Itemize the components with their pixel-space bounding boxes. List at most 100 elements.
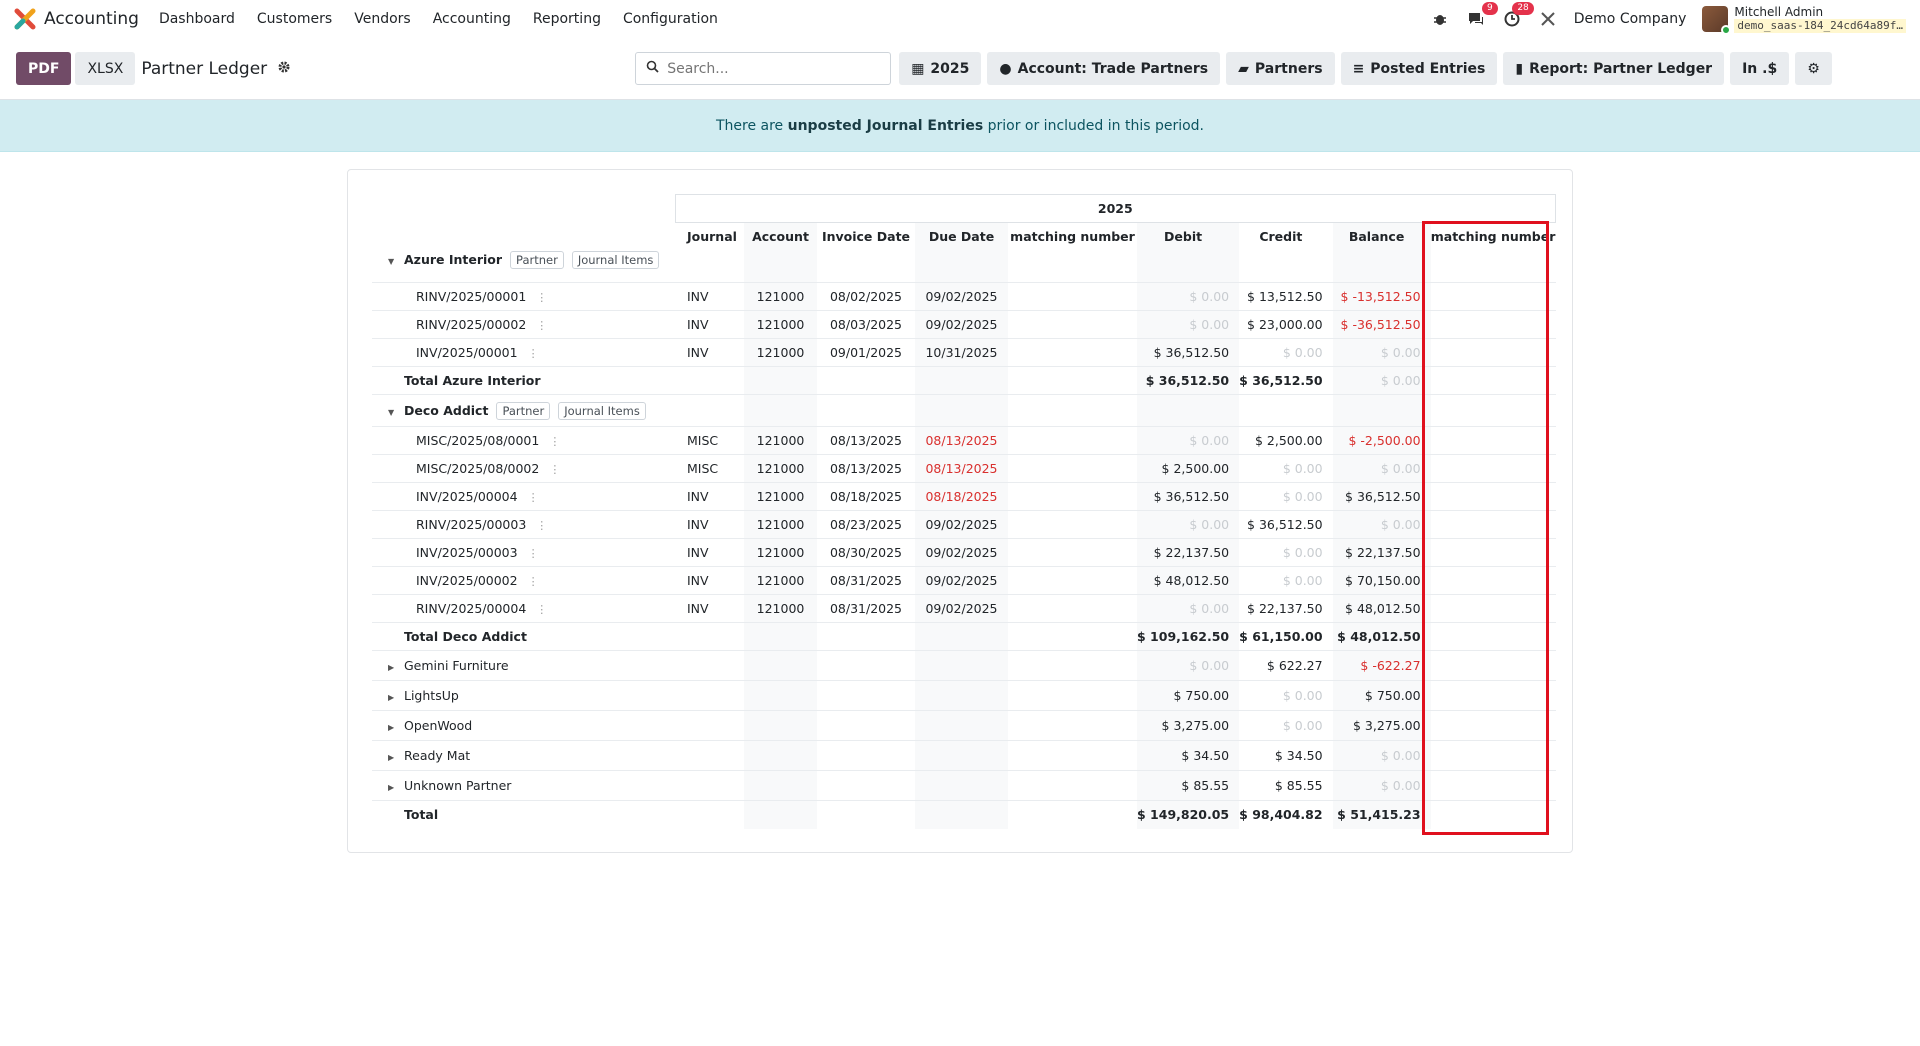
partner-row-collapsed[interactable]: ▶ Unknown Partner $ 85.55 $ 85.55 $ 0.00 [372, 770, 1556, 801]
move-line-row[interactable]: RINV/2025/00003 ⋮ INV 121000 08/23/2025 09/02… [372, 510, 1556, 539]
move-line-row[interactable]: MISC/2025/08/0002 ⋮ MISC 121000 08/13/2025 08… [372, 454, 1556, 483]
kebab-menu-icon[interactable]: ⋮ [528, 575, 539, 588]
move-line-row[interactable]: INV/2025/00004 ⋮ INV 121000 08/18/2025 08/18/… [372, 482, 1556, 511]
col-due-date[interactable]: Due Date [915, 222, 1008, 251]
credit-amount: $ 23,000.00 [1239, 310, 1333, 339]
move-line-row[interactable]: MISC/2025/08/0001 ⋮ MISC 121000 08/13/2025 08… [372, 426, 1556, 455]
col-matching-number-2[interactable]: matching number [1431, 223, 1556, 251]
invoice-date: 08/23/2025 [817, 510, 915, 539]
partner-name: Ready Mat [404, 748, 471, 763]
caret-right-icon[interactable]: ▶ [388, 663, 400, 672]
move-line-row[interactable]: RINV/2025/00004 ⋮ INV 121000 08/31/2025 09/02… [372, 594, 1556, 623]
move-line-row[interactable]: RINV/2025/00001 ⋮ INV 121000 08/02/2025 09/02… [372, 282, 1556, 311]
app-brand[interactable]: Accounting [14, 8, 139, 30]
partner-row-collapsed[interactable]: ▶ LightsUp $ 750.00 $ 0.00 $ 750.00 [372, 680, 1556, 711]
move-line-row[interactable]: INV/2025/00001 ⋮ INV 121000 09/01/2025 10/31/… [372, 338, 1556, 367]
caret-right-icon[interactable]: ▶ [388, 723, 400, 732]
partners-filter-button[interactable]: ▰ Partners [1226, 52, 1335, 85]
settings-cogs-button[interactable]: ⚙ [1795, 52, 1832, 85]
partner-name: OpenWood [404, 718, 473, 733]
caret-right-icon[interactable]: ▶ [388, 693, 400, 702]
unposted-entries-link[interactable]: unposted Journal Entries [788, 118, 984, 134]
matching-number [1008, 510, 1137, 539]
due-date: 09/02/2025 [915, 566, 1008, 595]
col-matching-number[interactable]: matching number [1008, 223, 1137, 251]
menu-configuration[interactable]: Configuration [623, 11, 718, 27]
calendar-icon: ▦ [911, 60, 925, 77]
credit-amount: $ 0.00 [1239, 482, 1333, 511]
kebab-menu-icon[interactable]: ⋮ [536, 319, 547, 332]
matching-number-2 [1430, 282, 1556, 311]
company-switcher[interactable]: Demo Company [1574, 11, 1687, 27]
journal-code: INV [675, 282, 744, 311]
collapsed-partners: ▶ Gemini Furniture $ 0.00 $ 622.27 $ -622.27… [372, 650, 1556, 801]
date-filter-button[interactable]: ▦ 2025 [899, 52, 982, 85]
account-code: 121000 [744, 482, 817, 511]
activities-clock-icon[interactable]: 28 [1502, 2, 1534, 29]
move-line-row[interactable]: INV/2025/00003 ⋮ INV 121000 08/30/2025 09/02/… [372, 538, 1556, 567]
col-journal[interactable]: Journal [675, 223, 744, 251]
xlsx-button[interactable]: XLSX [75, 52, 136, 85]
gear-icon[interactable] [277, 60, 291, 78]
credit-amount: $ 22,137.50 [1239, 594, 1333, 623]
currency-button[interactable]: In .$ [1730, 52, 1790, 85]
menu-dashboard[interactable]: Dashboard [159, 11, 235, 27]
posted-entries-filter-button[interactable]: ≡ Posted Entries [1340, 52, 1498, 85]
debit-amount: $ 48,012.50 [1137, 566, 1240, 595]
journal-code: INV [675, 510, 744, 539]
menu-accounting[interactable]: Accounting [433, 11, 511, 27]
col-account[interactable]: Account [744, 222, 817, 251]
search-box[interactable] [635, 52, 892, 85]
debit-amount: $ 36,512.50 [1137, 338, 1240, 367]
col-invoice-date[interactable]: Invoice Date [817, 223, 915, 251]
kebab-menu-icon[interactable]: ⋮ [549, 435, 560, 448]
invoice-date: 08/18/2025 [817, 482, 915, 511]
partner-tag[interactable]: Partner [510, 250, 564, 269]
kebab-menu-icon[interactable]: ⋮ [549, 463, 560, 476]
partner-row-azure[interactable]: ▼ Azure Interior Partner Journal Items [372, 250, 1556, 283]
partner-row-deco[interactable]: ▼ Deco Addict Partner Journal Items [372, 394, 1556, 427]
partner-tag[interactable]: Partner [496, 401, 551, 420]
caret-down-icon[interactable]: ▼ [388, 257, 400, 266]
journal-items-tag[interactable]: Journal Items [571, 250, 660, 269]
journal-items-tag[interactable]: Journal Items [558, 401, 646, 420]
search-input[interactable] [667, 60, 868, 77]
matching-number-2 [1430, 454, 1556, 483]
kebab-menu-icon[interactable]: ⋮ [528, 547, 539, 560]
credit-amount: $ 13,512.50 [1239, 282, 1333, 311]
move-line-row[interactable]: RINV/2025/00002 ⋮ INV 121000 08/03/2025 09/02… [372, 310, 1556, 339]
kebab-menu-icon[interactable]: ⋮ [536, 291, 547, 304]
partner-row-collapsed[interactable]: ▶ OpenWood $ 3,275.00 $ 0.00 $ 3,275.00 [372, 710, 1556, 741]
balance-amount: $ 0.00 [1332, 454, 1431, 483]
col-credit[interactable]: Credit [1239, 223, 1332, 251]
account-filter-button[interactable]: ● Account: Trade Partners [987, 52, 1221, 85]
balance-amount: $ -36,512.50 [1332, 310, 1431, 339]
caret-right-icon[interactable]: ▶ [388, 753, 400, 762]
tools-icon[interactable] [1538, 9, 1558, 29]
balance-amount: $ 0.00 [1332, 338, 1431, 367]
kebab-menu-icon[interactable]: ⋮ [536, 519, 547, 532]
kebab-menu-icon[interactable]: ⋮ [536, 603, 547, 616]
balance-amount: $ 3,275.00 [1332, 710, 1431, 741]
kebab-menu-icon[interactable]: ⋮ [528, 491, 539, 504]
move-line-row[interactable]: INV/2025/00002 ⋮ INV 121000 08/31/2025 09/02/… [372, 566, 1556, 595]
messages-icon[interactable]: 9 [1466, 2, 1498, 29]
caret-right-icon[interactable]: ▶ [388, 783, 400, 792]
menu-vendors[interactable]: Vendors [354, 11, 410, 27]
caret-down-icon[interactable]: ▼ [388, 408, 400, 417]
col-debit[interactable]: Debit [1137, 222, 1240, 251]
menu-reporting[interactable]: Reporting [533, 11, 601, 27]
partner-row-collapsed[interactable]: ▶ Gemini Furniture $ 0.00 $ 622.27 $ -622.27 [372, 650, 1556, 681]
col-balance[interactable]: Balance [1332, 222, 1431, 251]
report-variant-button[interactable]: ▮ Report: Partner Ledger [1503, 52, 1725, 85]
bug-icon[interactable] [1430, 9, 1450, 29]
account-code: 121000 [744, 566, 817, 595]
matching-number-2 [1430, 426, 1556, 455]
kebab-menu-icon[interactable]: ⋮ [528, 347, 539, 360]
user-menu[interactable]: Mitchell Admin demo_saas-184_24cd64a89f… [1702, 5, 1906, 35]
pdf-button[interactable]: PDF [16, 52, 72, 85]
partner-row-collapsed[interactable]: ▶ Ready Mat $ 34.50 $ 34.50 $ 0.00 [372, 740, 1556, 771]
matching-number [1008, 338, 1137, 367]
journal-code: MISC [675, 426, 744, 455]
menu-customers[interactable]: Customers [257, 11, 332, 27]
